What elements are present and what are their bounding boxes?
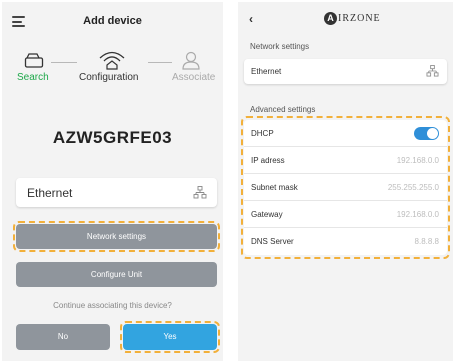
user-icon	[182, 51, 200, 70]
page-title: Add device	[83, 15, 142, 27]
subnet-mask-row[interactable]: Subnet mask 255.255.255.0	[244, 174, 447, 201]
ethernet-network-icon	[193, 186, 207, 199]
network-settings-title: Network settings	[250, 42, 310, 51]
yes-button[interactable]: Yes	[123, 324, 217, 350]
network-settings-screen: ‹ A IRZONE Network settings Ethernet Adv…	[238, 2, 453, 361]
toggle-knob	[427, 128, 438, 139]
ip-address-row[interactable]: IP adress 192.168.0.0	[244, 147, 447, 174]
connection-type-value: Ethernet	[251, 67, 282, 76]
add-device-screen: Add device Search Configuration Associat…	[2, 2, 223, 361]
advanced-settings-title: Advanced settings	[250, 105, 316, 114]
ethernet-network-icon	[426, 65, 439, 77]
logo-text: IRZONE	[338, 13, 381, 24]
subnet-mask-value: 255.255.255.0	[387, 183, 439, 192]
gateway-row[interactable]: Gateway 192.168.0.0	[244, 201, 447, 228]
dns-server-label: DNS Server	[251, 237, 294, 246]
progress-steps: Search Configuration Associate	[2, 48, 223, 88]
gateway-value: 192.168.0.0	[396, 210, 439, 219]
connection-type-value: Ethernet	[27, 186, 73, 200]
device-code: AZW5GRFE03	[52, 128, 173, 147]
ip-address-value: 192.168.0.0	[396, 156, 439, 165]
dhcp-label: DHCP	[251, 129, 274, 138]
router-icon	[24, 53, 44, 68]
dhcp-toggle[interactable]	[414, 127, 439, 140]
connection-type-field[interactable]: Ethernet	[244, 59, 447, 84]
dns-server-row[interactable]: DNS Server 8.8.8.8	[244, 228, 447, 255]
step-connector	[148, 62, 172, 63]
step-search-label: Search	[17, 72, 49, 83]
connection-type-field[interactable]: Ethernet	[16, 178, 217, 207]
advanced-settings-list: DHCP IP adress 192.168.0.0 Subnet mask 2…	[244, 120, 447, 255]
network-settings-button[interactable]: Network settings	[16, 224, 217, 249]
configure-unit-button[interactable]: Configure Unit	[16, 262, 217, 287]
dns-server-value: 8.8.8.8	[414, 237, 439, 246]
step-associate-label: Associate	[172, 72, 216, 83]
logo-letter: A	[324, 12, 337, 25]
back-chevron-icon[interactable]: ‹	[249, 12, 253, 26]
ip-address-label: IP adress	[251, 156, 285, 165]
gateway-label: Gateway	[251, 210, 283, 219]
step-configuration-label: Configuration	[79, 72, 139, 83]
continue-question: Continue associating this device?	[53, 301, 172, 310]
step-connector	[51, 62, 77, 63]
dhcp-row: DHCP	[244, 120, 447, 147]
wifi-home-icon	[99, 51, 125, 70]
no-button[interactable]: No	[16, 324, 110, 350]
header: Add device	[2, 2, 223, 44]
subnet-mask-label: Subnet mask	[251, 183, 298, 192]
